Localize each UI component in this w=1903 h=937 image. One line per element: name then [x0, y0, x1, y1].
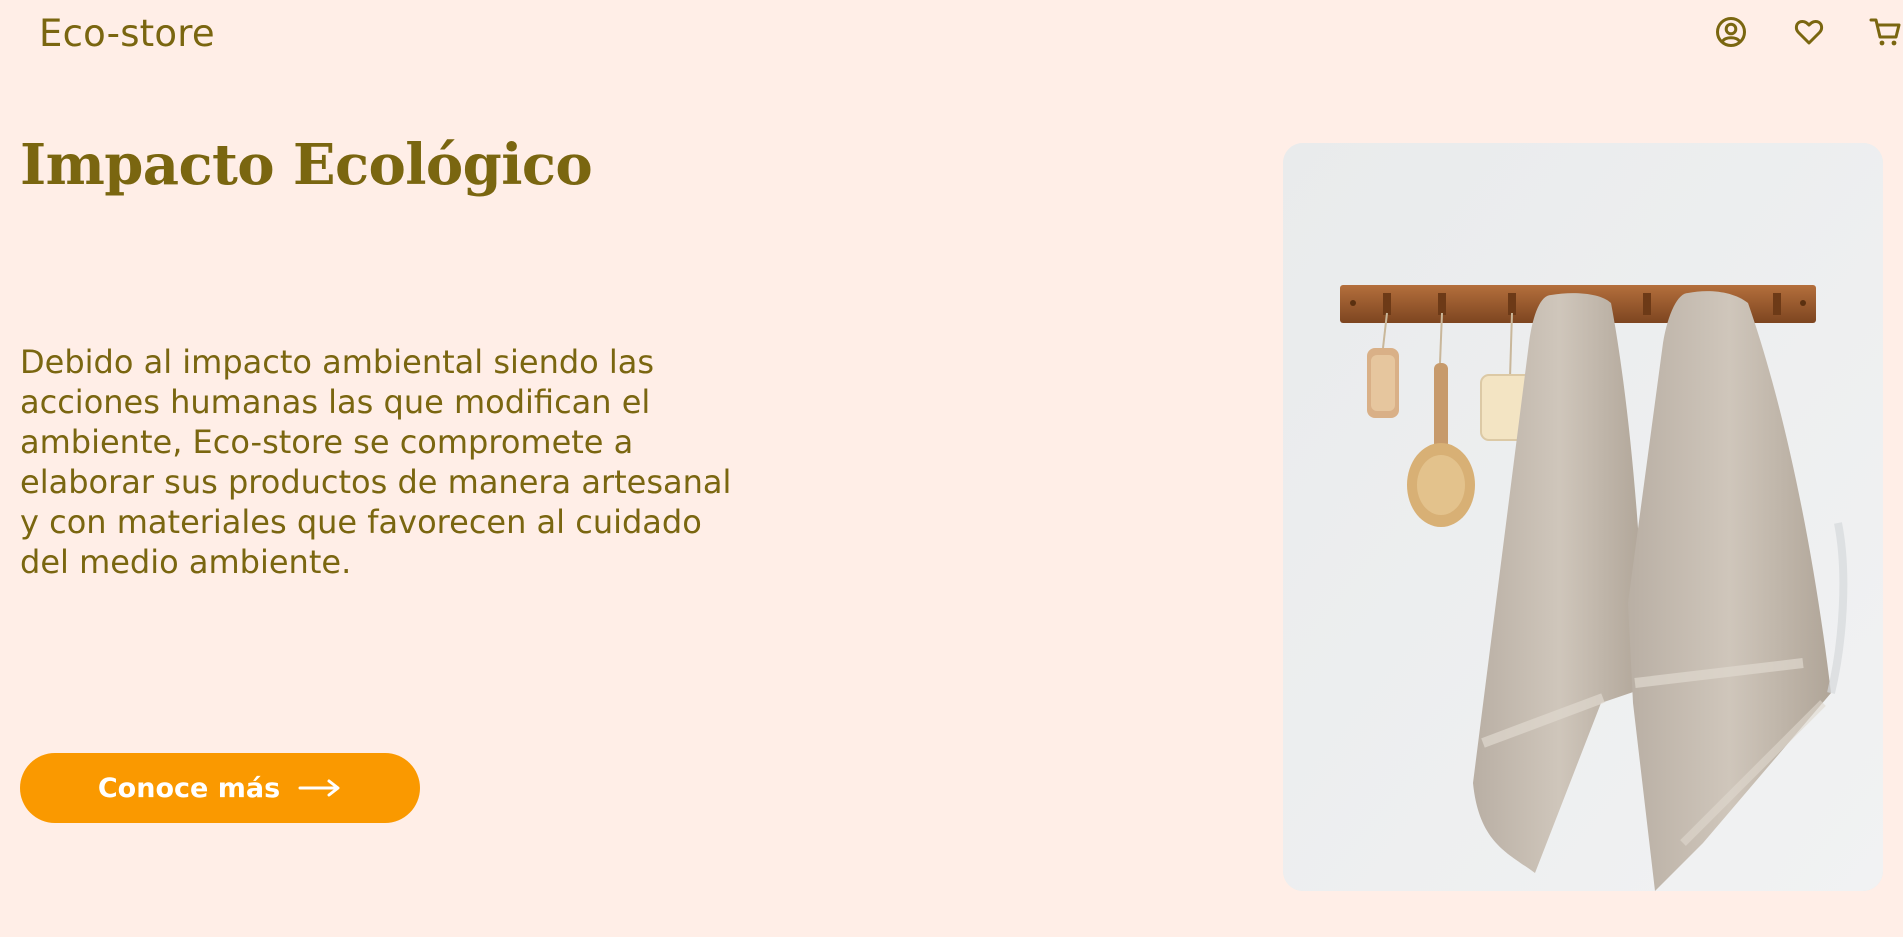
account-icon[interactable]	[1713, 14, 1749, 50]
hero-description: Debido al impacto ambiental siendo las a…	[20, 343, 732, 581]
cart-icon[interactable]	[1868, 14, 1903, 50]
header-icons	[1603, 12, 1903, 52]
page-title: Impacto Ecológico	[20, 132, 593, 198]
learn-more-button[interactable]: Conoce más	[20, 753, 420, 823]
arrow-right-icon	[298, 778, 342, 798]
towels-on-wooden-rack-image	[1283, 143, 1883, 891]
brand-logo[interactable]: Eco-store	[39, 12, 215, 55]
learn-more-label: Conoce más	[97, 772, 281, 804]
heart-icon[interactable]	[1791, 14, 1827, 50]
